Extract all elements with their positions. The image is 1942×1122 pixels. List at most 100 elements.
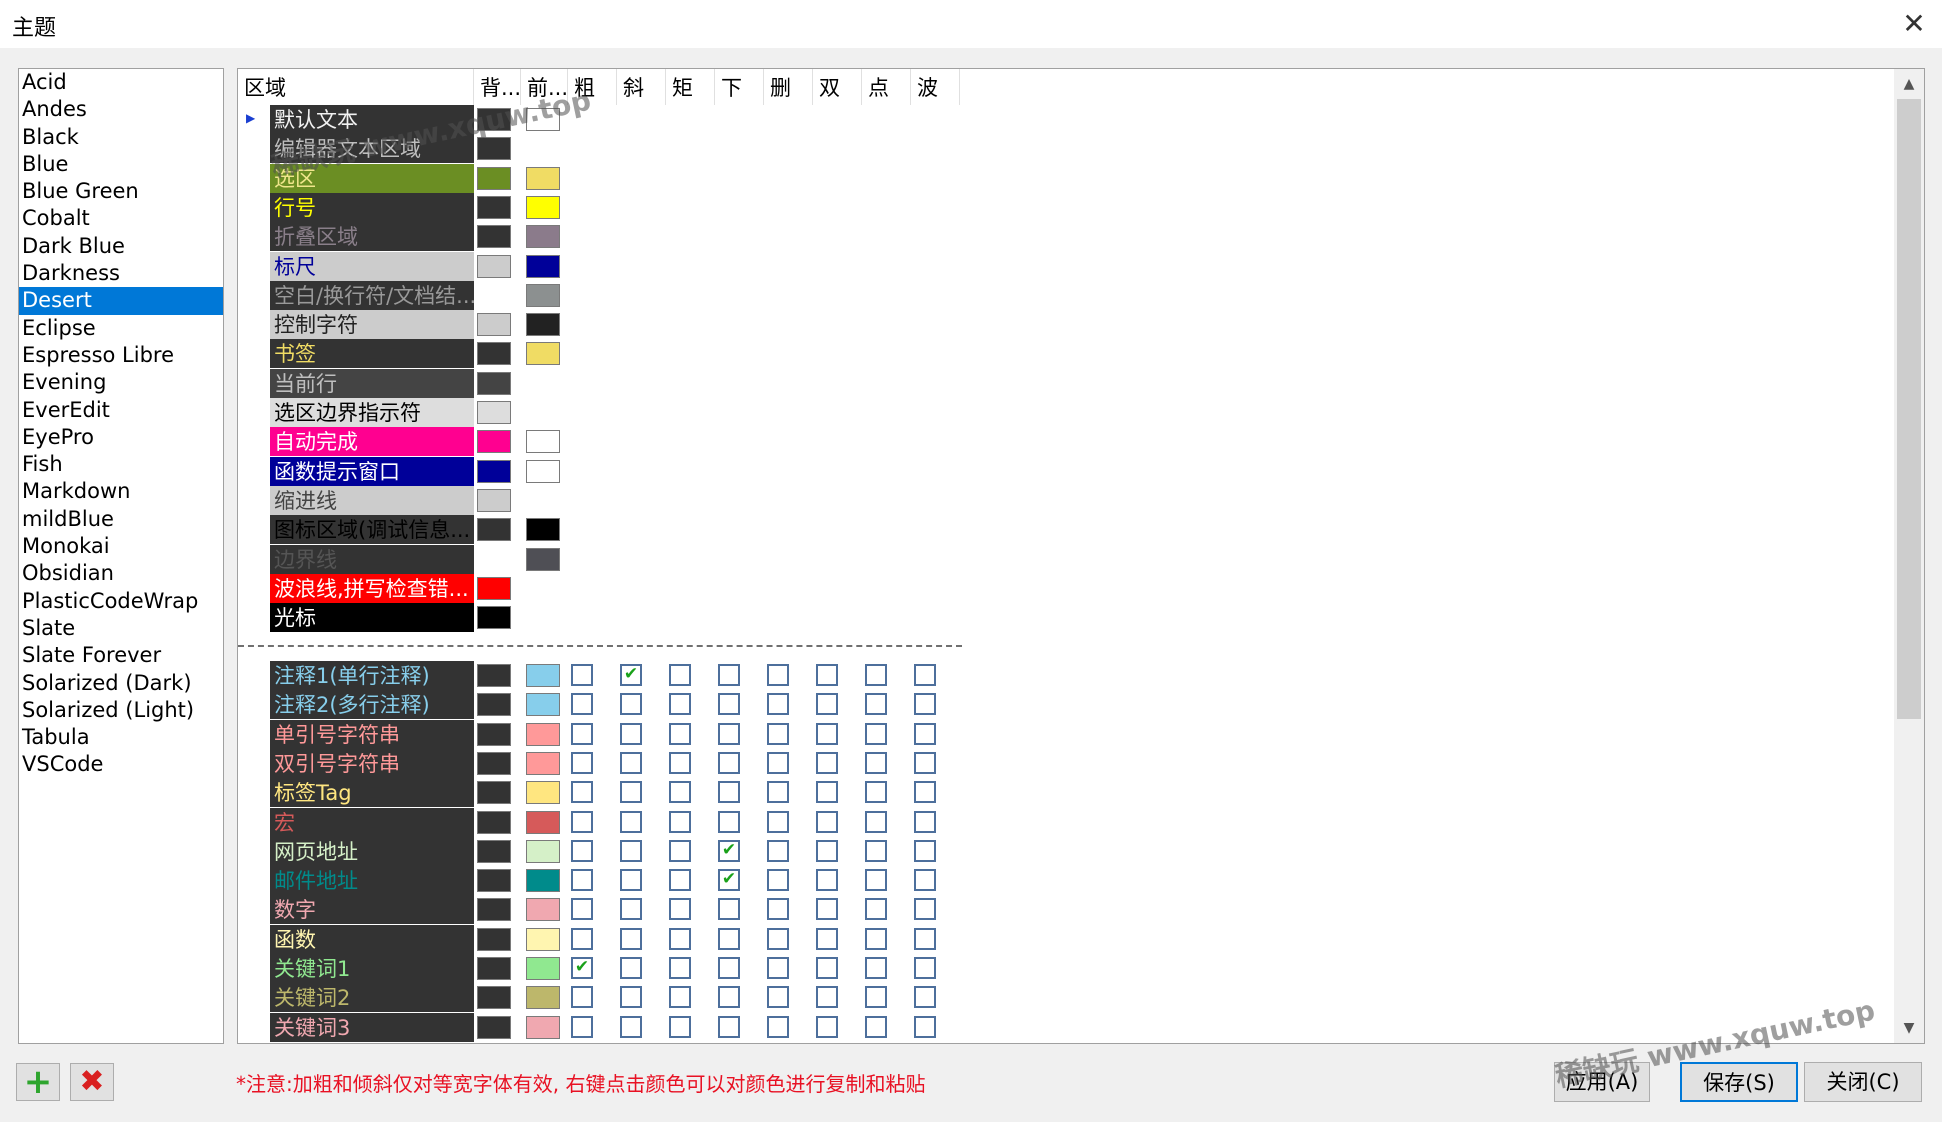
- theme-list-item[interactable]: Acid: [19, 69, 223, 96]
- style-checkbox[interactable]: [767, 927, 789, 950]
- style-checkbox[interactable]: [620, 693, 642, 716]
- style-checkbox[interactable]: [669, 927, 691, 950]
- foreground-color-swatch[interactable]: [526, 547, 560, 571]
- add-theme-button[interactable]: +: [16, 1063, 60, 1101]
- element-name[interactable]: 关键词1: [270, 954, 474, 983]
- style-checkbox[interactable]: [571, 810, 593, 833]
- foreground-color-swatch[interactable]: [526, 518, 560, 542]
- style-checkbox[interactable]: [669, 839, 691, 862]
- theme-list-item[interactable]: Tabula: [19, 724, 223, 751]
- style-checkbox[interactable]: [816, 1015, 838, 1038]
- style-checkbox[interactable]: [865, 781, 887, 804]
- theme-list-item[interactable]: Desert: [19, 287, 223, 315]
- background-color-swatch[interactable]: [477, 606, 511, 630]
- foreground-color-swatch[interactable]: [526, 751, 560, 775]
- style-checkbox[interactable]: [718, 1015, 740, 1038]
- background-color-swatch[interactable]: [477, 986, 511, 1010]
- style-checkbox[interactable]: [767, 781, 789, 804]
- element-name[interactable]: 默认文本: [270, 105, 474, 134]
- element-name[interactable]: 空白/换行符/文档结...: [270, 280, 474, 310]
- theme-list-item[interactable]: PlasticCodeWrap: [19, 588, 223, 615]
- style-checkbox[interactable]: [865, 722, 887, 745]
- theme-list-item[interactable]: Darkness: [19, 260, 223, 287]
- style-checkbox[interactable]: [767, 957, 789, 979]
- foreground-color-swatch[interactable]: [526, 810, 560, 834]
- background-color-swatch[interactable]: [477, 108, 511, 131]
- foreground-color-swatch[interactable]: [526, 957, 560, 980]
- style-checkbox[interactable]: [718, 986, 740, 1009]
- foreground-color-swatch[interactable]: [526, 839, 560, 863]
- style-checkbox[interactable]: [669, 898, 691, 921]
- style-checkbox[interactable]: [718, 810, 740, 833]
- style-checkbox[interactable]: [571, 869, 593, 892]
- style-checkbox[interactable]: [865, 898, 887, 921]
- style-checkbox[interactable]: [620, 986, 642, 1009]
- element-name[interactable]: 关键词3: [270, 1012, 474, 1042]
- theme-list-item[interactable]: Solarized (Light): [19, 697, 223, 724]
- scroll-thumb[interactable]: [1897, 99, 1921, 719]
- element-name[interactable]: 数字: [270, 895, 474, 925]
- column-header[interactable]: 下: [715, 69, 764, 105]
- close-window-icon[interactable]: ✕: [1896, 6, 1932, 42]
- element-name[interactable]: 函数提示窗口: [270, 456, 474, 486]
- style-checkbox[interactable]: ✔: [718, 839, 740, 862]
- theme-list-item[interactable]: Andes: [19, 96, 223, 123]
- style-checkbox[interactable]: [816, 664, 838, 686]
- element-name[interactable]: 波浪线,拼写检查错...: [270, 573, 474, 603]
- style-checkbox[interactable]: [914, 664, 936, 686]
- style-checkbox[interactable]: [914, 693, 936, 716]
- style-checkbox[interactable]: [669, 722, 691, 745]
- style-checkbox[interactable]: [620, 810, 642, 833]
- background-color-swatch[interactable]: [477, 225, 511, 249]
- style-checkbox[interactable]: [767, 839, 789, 862]
- theme-list-item[interactable]: Cobalt: [19, 205, 223, 232]
- style-checkbox[interactable]: [620, 751, 642, 774]
- background-color-swatch[interactable]: [477, 751, 511, 775]
- style-checkbox[interactable]: [620, 957, 642, 979]
- foreground-color-swatch[interactable]: [526, 342, 560, 366]
- style-checkbox[interactable]: [816, 722, 838, 745]
- style-checkbox[interactable]: [816, 810, 838, 833]
- foreground-color-swatch[interactable]: [526, 927, 560, 951]
- style-checkbox[interactable]: [914, 957, 936, 979]
- theme-list-item[interactable]: Slate: [19, 615, 223, 642]
- background-color-swatch[interactable]: [477, 1015, 511, 1039]
- theme-list-item[interactable]: EverEdit: [19, 397, 223, 424]
- style-checkbox[interactable]: [816, 986, 838, 1009]
- foreground-color-swatch[interactable]: [526, 781, 560, 805]
- element-name[interactable]: 双引号字符串: [270, 748, 474, 778]
- theme-list-item[interactable]: Black: [19, 124, 223, 151]
- foreground-color-swatch[interactable]: [526, 166, 560, 190]
- element-name[interactable]: 图标区域(调试信息...: [270, 515, 474, 545]
- background-color-swatch[interactable]: [477, 664, 511, 687]
- foreground-color-swatch[interactable]: [526, 195, 560, 219]
- style-checkbox[interactable]: [620, 781, 642, 804]
- element-name[interactable]: 选区边界指示符: [270, 398, 474, 427]
- theme-list-item[interactable]: Espresso Libre: [19, 342, 223, 369]
- delete-theme-button[interactable]: ✖: [70, 1063, 114, 1101]
- style-checkbox[interactable]: [865, 664, 887, 686]
- column-header[interactable]: 斜: [617, 69, 666, 105]
- theme-list-item[interactable]: EyePro: [19, 424, 223, 451]
- style-checkbox[interactable]: ✔: [571, 957, 593, 979]
- theme-list[interactable]: Acid Andes Black Blue Blue Green Cobalt Dark B…: [18, 68, 224, 1044]
- foreground-color-swatch[interactable]: [526, 430, 560, 454]
- background-color-swatch[interactable]: [477, 957, 511, 980]
- style-checkbox[interactable]: [914, 869, 936, 892]
- background-color-swatch[interactable]: [477, 693, 511, 717]
- apply-button[interactable]: 应用(A): [1554, 1062, 1650, 1102]
- style-checkbox[interactable]: [718, 722, 740, 745]
- theme-list-item[interactable]: VSCode: [19, 751, 223, 778]
- background-color-swatch[interactable]: [477, 254, 511, 278]
- style-checkbox[interactable]: [865, 957, 887, 979]
- style-checkbox[interactable]: [914, 781, 936, 804]
- style-checkbox[interactable]: [620, 898, 642, 921]
- scroll-up-arrow-icon[interactable]: ▲: [1894, 71, 1924, 97]
- background-color-swatch[interactable]: [477, 166, 511, 190]
- scroll-down-arrow-icon[interactable]: ▼: [1894, 1015, 1924, 1041]
- foreground-color-swatch[interactable]: [526, 283, 560, 307]
- style-checkbox[interactable]: [767, 869, 789, 892]
- foreground-color-swatch[interactable]: [526, 108, 560, 131]
- theme-list-item[interactable]: Markdown: [19, 478, 223, 505]
- style-checkbox[interactable]: [914, 986, 936, 1009]
